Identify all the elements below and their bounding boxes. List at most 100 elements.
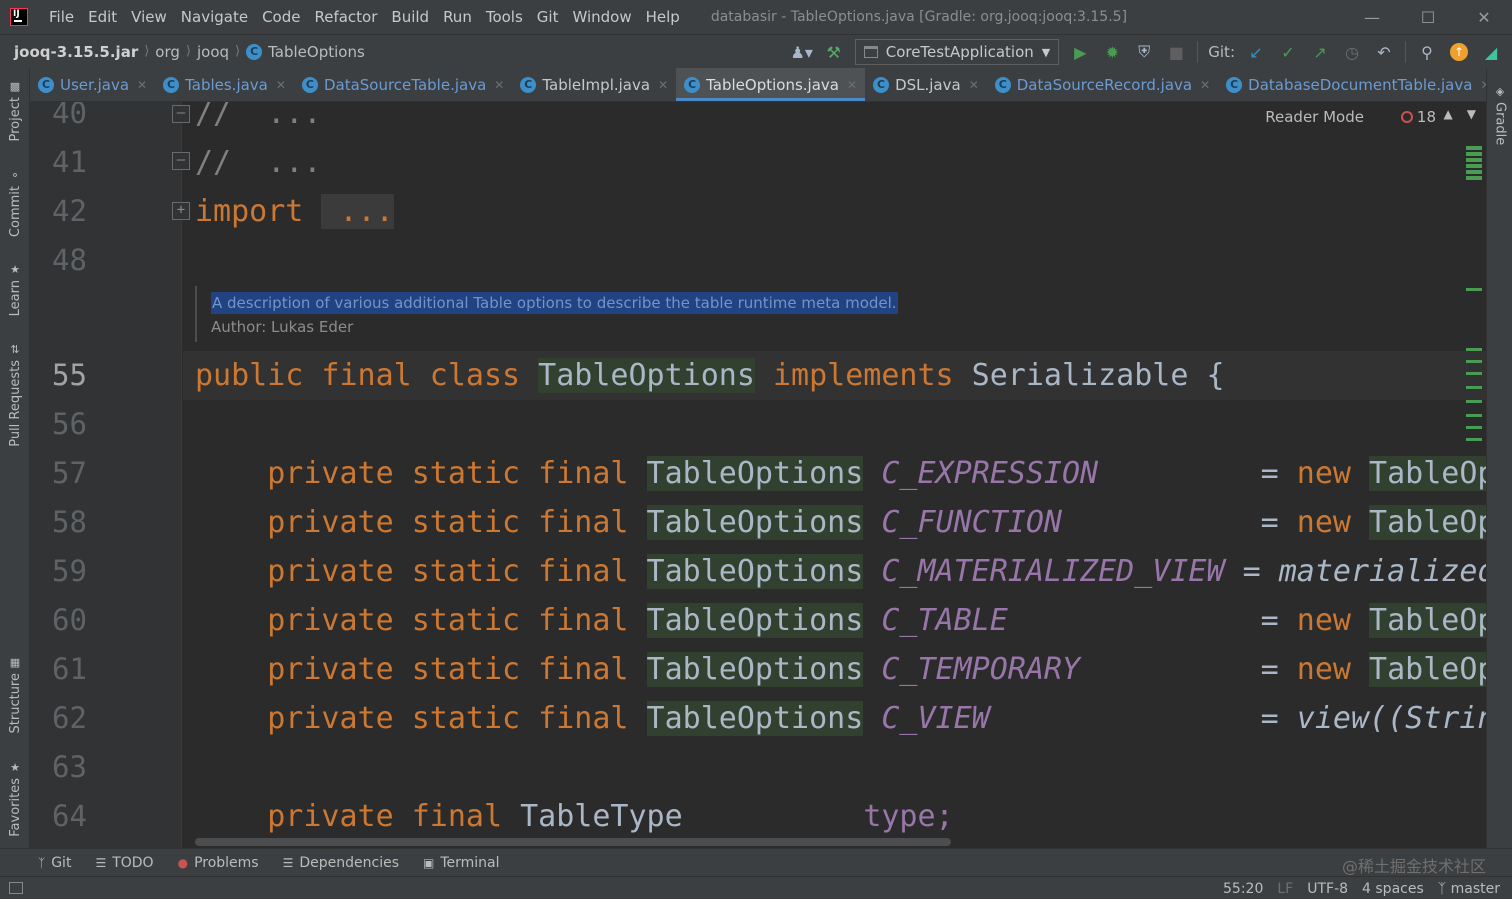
menu-code[interactable]: Code	[255, 0, 307, 34]
change-marker[interactable]	[1466, 288, 1482, 291]
git-update-icon[interactable]: ↙	[1245, 41, 1267, 63]
rollback-icon[interactable]: ↶	[1373, 41, 1395, 63]
indent-setting[interactable]: 4 spaces	[1362, 881, 1424, 897]
git-commit-icon[interactable]: ✓	[1277, 41, 1299, 63]
chevron-up-icon[interactable]: ▲	[1444, 107, 1453, 121]
menu-refactor[interactable]: Refactor	[307, 0, 384, 34]
menu-view[interactable]: View	[124, 0, 174, 34]
minimize-icon[interactable]: —	[1344, 0, 1400, 34]
close-icon[interactable]: ✕	[1456, 0, 1512, 34]
change-marker[interactable]	[1466, 170, 1482, 174]
tool-git[interactable]: ᛉ Git	[0, 855, 83, 871]
code-editor[interactable]: 40 41 42 48 55 56 57 58 59 60 61 62 63 6…	[30, 102, 1486, 848]
problems-indicator[interactable]: 18	[1400, 108, 1436, 126]
change-marker[interactable]	[1466, 164, 1482, 168]
tab-datasourcetable-java[interactable]: C DataSourceTable.java ✕	[294, 68, 512, 101]
run-icon[interactable]: ▶	[1069, 41, 1091, 63]
tool-tab-pull-requests[interactable]: Pull Requests ⇅	[4, 338, 26, 448]
type-name: TableOptions	[646, 701, 864, 736]
error-stripe[interactable]	[1466, 142, 1482, 842]
change-marker[interactable]	[1466, 372, 1482, 375]
close-tab-icon[interactable]: ✕	[1200, 78, 1210, 92]
breadcrumb-org[interactable]: org	[149, 43, 186, 61]
tool-dependencies[interactable]: ☰ Dependencies	[271, 855, 411, 871]
type-name: TableOptions	[646, 554, 864, 589]
chevron-down-icon[interactable]: ▼	[1467, 107, 1476, 121]
rendered-javadoc[interactable]: A description of various additional Tabl…	[195, 286, 935, 342]
close-tab-icon[interactable]: ✕	[276, 78, 286, 92]
change-marker[interactable]	[1466, 158, 1482, 162]
menu-navigate[interactable]: Navigate	[174, 0, 255, 34]
folded-region[interactable]: ...	[321, 194, 394, 229]
menu-help[interactable]: Help	[639, 0, 687, 34]
tab-databasedocumenttable-java[interactable]: C DatabaseDocumentTable.java ✕	[1218, 68, 1486, 101]
change-marker[interactable]	[1466, 400, 1482, 403]
tool-tab-structure[interactable]: Structure ▦	[4, 652, 26, 734]
horizontal-scrollbar[interactable]	[195, 838, 951, 846]
menu-git[interactable]: Git	[530, 0, 566, 34]
menu-edit[interactable]: Edit	[81, 0, 124, 34]
plugin-icon[interactable]: ◢	[1480, 41, 1502, 63]
close-tab-icon[interactable]: ✕	[494, 78, 504, 92]
constant-name: C_VIEW	[881, 701, 990, 736]
tool-terminal[interactable]: ▣ Terminal	[411, 855, 512, 871]
code-line-41: // ...	[195, 145, 322, 180]
tab-user-java[interactable]: C User.java ✕	[30, 68, 155, 101]
run-configuration-select[interactable]: CoreTestApplication ▼	[854, 39, 1060, 65]
change-marker[interactable]	[1466, 146, 1482, 150]
update-icon[interactable]: ↑	[1448, 41, 1470, 63]
coverage-icon[interactable]: ⛨	[1133, 41, 1155, 63]
change-marker[interactable]	[1466, 386, 1482, 389]
tool-tab-favorites[interactable]: Favorites ★	[4, 756, 26, 838]
tab-dsl-java[interactable]: C DSL.java ✕	[865, 68, 987, 101]
tab-datasourcerecord-java[interactable]: C DataSourceRecord.java ✕	[987, 68, 1218, 101]
close-tab-icon[interactable]: ✕	[969, 78, 979, 92]
change-marker[interactable]	[1466, 438, 1482, 441]
close-tab-icon[interactable]: ✕	[1480, 78, 1486, 92]
tool-tab-commit[interactable]: Commit ⚬	[4, 164, 26, 238]
line-number-gutter[interactable]: 40 41 42 48 55 56 57 58 59 60 61 62 63 6…	[30, 102, 190, 848]
line-number: 61	[52, 652, 87, 686]
change-marker[interactable]	[1466, 360, 1482, 363]
close-tab-icon[interactable]: ✕	[137, 78, 147, 92]
maximize-icon[interactable]: ☐	[1400, 0, 1456, 34]
breadcrumb-jooq[interactable]: jooq	[191, 43, 235, 61]
change-marker[interactable]	[1466, 426, 1482, 429]
user-icon[interactable]: ♟▾	[791, 41, 813, 63]
change-marker[interactable]	[1466, 348, 1482, 351]
tool-tab-learn[interactable]: Learn ★	[4, 258, 26, 318]
tool-problems[interactable]: ● Problems	[166, 855, 271, 871]
tool-todo[interactable]: ☰ TODO	[83, 855, 165, 871]
close-tab-icon[interactable]: ✕	[847, 78, 857, 92]
git-push-icon[interactable]: ↗	[1309, 41, 1331, 63]
breadcrumb-jar[interactable]: jooq-3.15.5.jar	[0, 43, 144, 61]
git-branch[interactable]: ᛉ master	[1438, 881, 1500, 897]
history-icon[interactable]: ◷	[1341, 41, 1363, 63]
keyword: import	[195, 194, 304, 229]
menu-window[interactable]: Window	[565, 0, 638, 34]
tool-tab-gradle[interactable]: ◈ Gradle	[1489, 80, 1511, 146]
build-hammer-icon[interactable]: ⚒	[823, 41, 845, 63]
change-marker[interactable]	[1466, 152, 1482, 156]
menu-file[interactable]: File	[42, 0, 81, 34]
tool-tab-project[interactable]: Project ▩	[4, 76, 26, 142]
line-separator[interactable]: LF	[1277, 881, 1293, 897]
code-area[interactable]: // ... // ... import ... public final cl…	[183, 102, 1486, 848]
tool-windows-toggle-icon[interactable]	[9, 882, 23, 894]
menu-run[interactable]: Run	[436, 0, 479, 34]
debug-icon[interactable]: ✹	[1101, 41, 1123, 63]
search-icon[interactable]: ⚲	[1416, 41, 1438, 63]
stop-icon[interactable]: ■	[1165, 41, 1187, 63]
change-marker[interactable]	[1466, 176, 1482, 180]
menu-build[interactable]: Build	[384, 0, 436, 34]
tab-tables-java[interactable]: C Tables.java ✕	[155, 68, 294, 101]
caret-position[interactable]: 55:20	[1223, 881, 1263, 897]
file-encoding[interactable]: UTF-8	[1307, 881, 1348, 897]
change-marker[interactable]	[1466, 414, 1482, 417]
tab-tableimpl-java[interactable]: C TableImpl.java ✕	[512, 68, 676, 101]
tab-tableoptions-java[interactable]: C TableOptions.java ✕	[676, 68, 866, 101]
breadcrumb-class[interactable]: C TableOptions	[240, 43, 371, 61]
reader-mode-toggle[interactable]: Reader Mode	[1265, 108, 1364, 126]
close-tab-icon[interactable]: ✕	[658, 78, 668, 92]
menu-tools[interactable]: Tools	[479, 0, 530, 34]
